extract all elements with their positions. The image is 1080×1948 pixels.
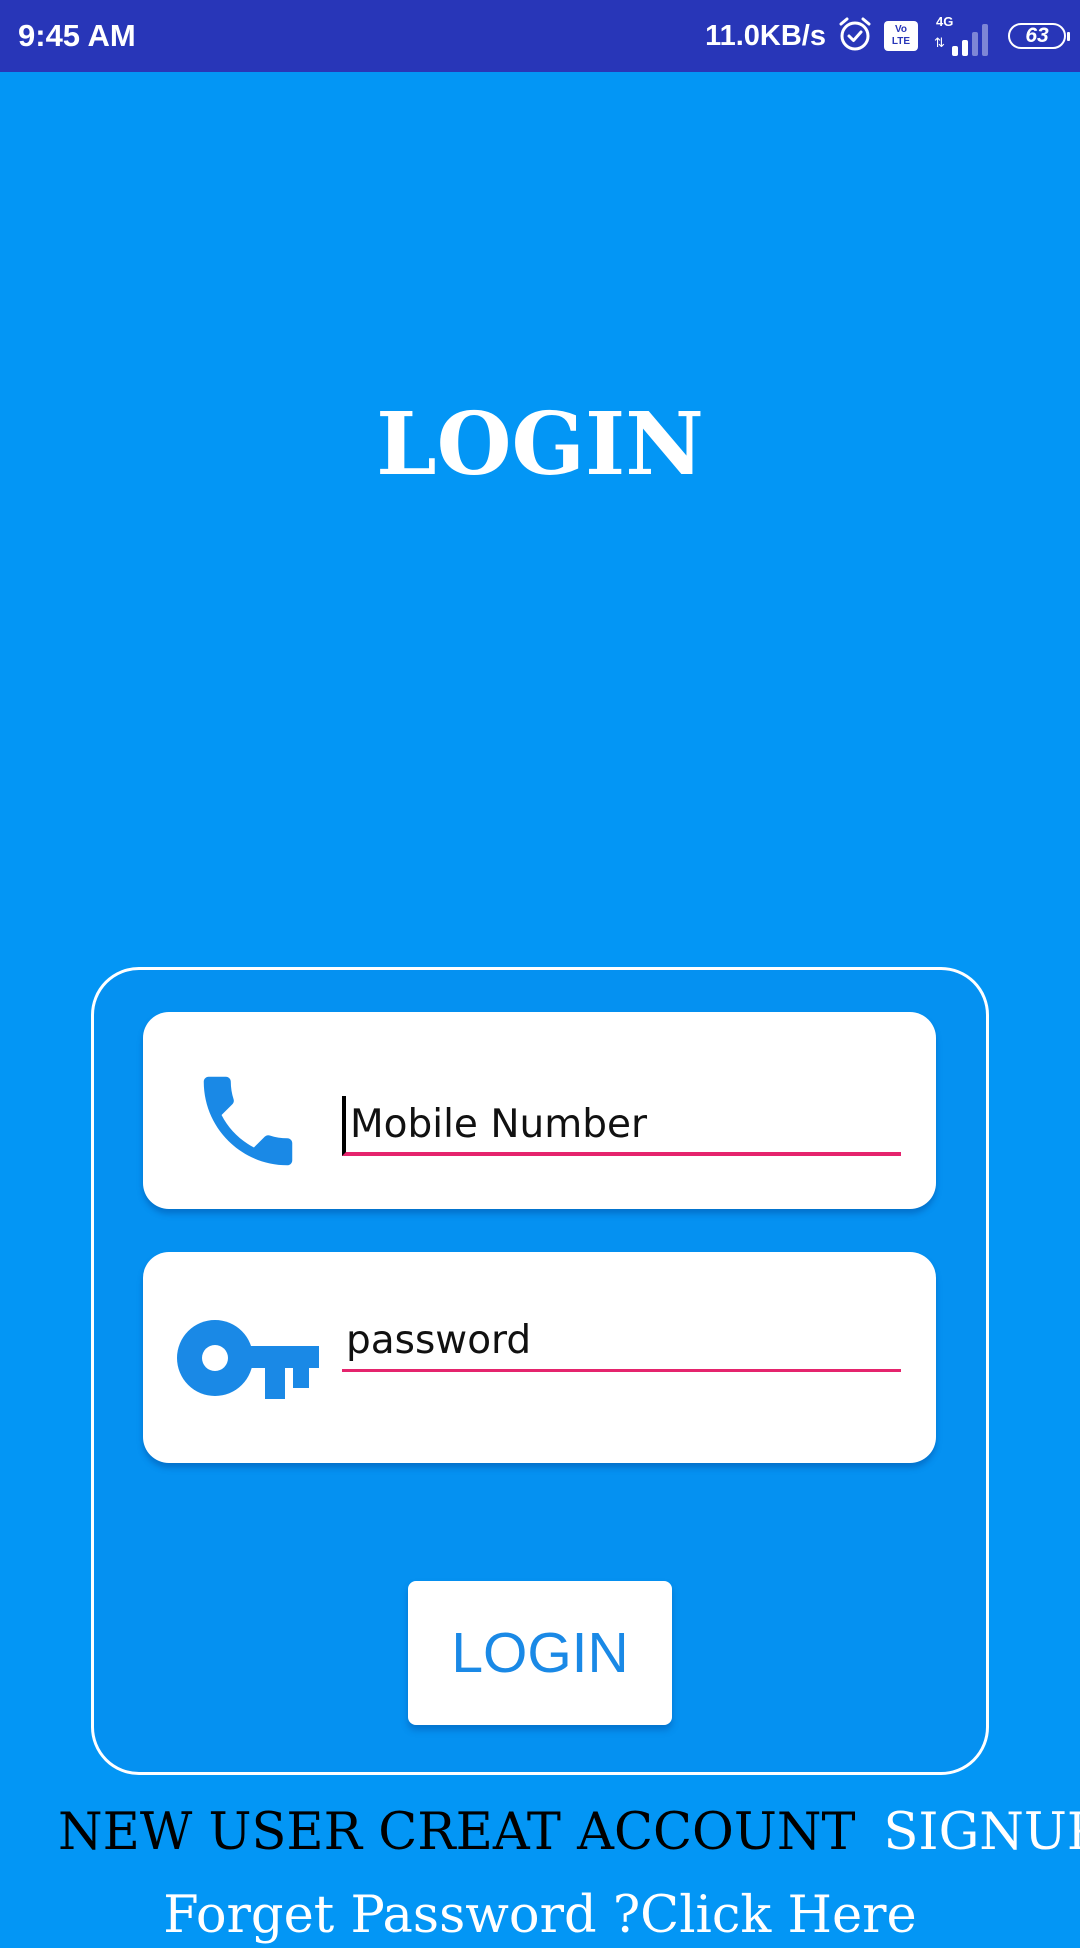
mobile-number-input[interactable] (342, 1096, 901, 1156)
volte-bottom-text: LTE (891, 36, 911, 47)
key-icon (177, 1317, 319, 1399)
status-time: 9:45 AM (18, 18, 136, 53)
signup-link[interactable]: SIGNUP (883, 1803, 1080, 1862)
battery-icon: 63 (1008, 23, 1070, 49)
signal-bar (982, 24, 988, 56)
battery-level: 63 (1025, 24, 1049, 47)
password-input[interactable] (342, 1312, 901, 1372)
volte-top-text: Vo (894, 24, 908, 35)
status-bar: 9:45 AM 11.0KB/s Vo LTE 4G ⇅ 63 (0, 0, 1080, 72)
signal-bar (962, 40, 968, 56)
signal-bar (972, 32, 978, 56)
volte-icon: Vo LTE (884, 21, 918, 51)
alarm-icon (838, 16, 872, 56)
data-arrows: ⇅ (934, 36, 945, 51)
status-indicators: 11.0KB/s Vo LTE 4G ⇅ 63 (705, 14, 1070, 58)
network-type: 4G (936, 14, 954, 29)
network-speed: 11.0KB/s (705, 19, 826, 52)
new-user-text: NEW USER CREAT ACCOUNT (58, 1803, 856, 1862)
signup-row: NEW USER CREAT ACCOUNT SIGNUP (58, 1801, 1080, 1865)
password-field-container (143, 1252, 936, 1463)
page-title: LOGIN (376, 394, 704, 495)
signal-bar (952, 46, 958, 56)
login-button[interactable]: LOGIN (408, 1581, 672, 1725)
signal-icon: 4G ⇅ (932, 14, 992, 58)
mobile-field-container (143, 1012, 936, 1209)
forgot-password-link[interactable]: Forget Password ?Click Here (0, 1884, 1080, 1948)
phone-icon (189, 1062, 307, 1180)
